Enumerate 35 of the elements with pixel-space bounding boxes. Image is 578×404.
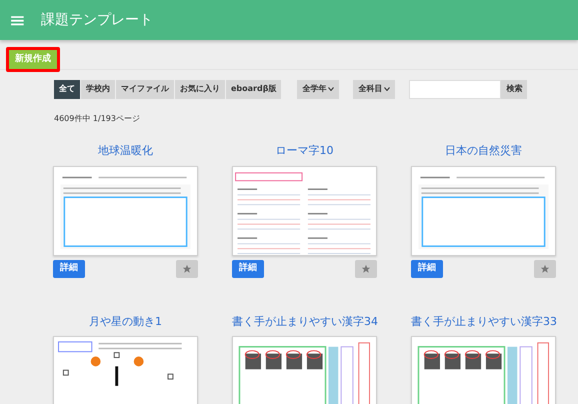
search-field[interactable]	[409, 80, 502, 99]
template-title[interactable]: 書く手が止まりやすい漢字34	[232, 314, 377, 330]
template-title[interactable]: 地球温暖化	[53, 143, 198, 160]
worksheet-thumbnail[interactable]	[53, 166, 198, 256]
filter-tab[interactable]: 全て	[54, 80, 80, 99]
worksheet-thumbnail[interactable]	[53, 336, 198, 404]
detail-button[interactable]: 詳細	[232, 260, 264, 278]
favorite-button[interactable]	[534, 260, 556, 278]
template-title[interactable]: 日本の自然災害	[411, 143, 556, 160]
worksheet-thumbnail[interactable]	[411, 166, 556, 256]
favorite-button[interactable]	[176, 260, 198, 278]
template-title[interactable]: 月や星の動き1	[53, 314, 198, 330]
detail-button[interactable]: 詳細	[53, 260, 85, 278]
template-title[interactable]: 書く手が止まりやすい漢字33	[411, 314, 556, 330]
filter-tab[interactable]: マイファイル	[116, 80, 174, 99]
detail-button[interactable]: 詳細	[411, 260, 443, 278]
dropdown[interactable]: 全学年	[297, 80, 340, 99]
worksheet-thumbnail[interactable]	[232, 336, 377, 404]
caret-icon	[384, 87, 390, 92]
star-icon	[361, 264, 371, 274]
dropdown[interactable]: 全科目	[353, 80, 396, 99]
worksheet-thumbnail[interactable]	[411, 336, 556, 404]
filter-tab[interactable]: eboardβ版	[226, 80, 282, 99]
page-title: 課題テンプレート	[41, 10, 153, 30]
filter-tab[interactable]: 学校内	[81, 80, 115, 99]
favorite-button[interactable]	[355, 260, 377, 278]
menu-icon[interactable]: ≡	[9, 10, 27, 30]
caret-icon	[328, 87, 334, 92]
star-icon	[540, 264, 550, 274]
result-count: 4609件中 1/193ページ	[54, 113, 141, 125]
search-button[interactable]: 検索	[501, 80, 528, 99]
star-icon	[182, 264, 192, 274]
template-title[interactable]: ローマ字10	[232, 143, 377, 160]
worksheet-thumbnail[interactable]	[232, 166, 377, 256]
filter-tab[interactable]: お気に入り	[175, 80, 225, 99]
